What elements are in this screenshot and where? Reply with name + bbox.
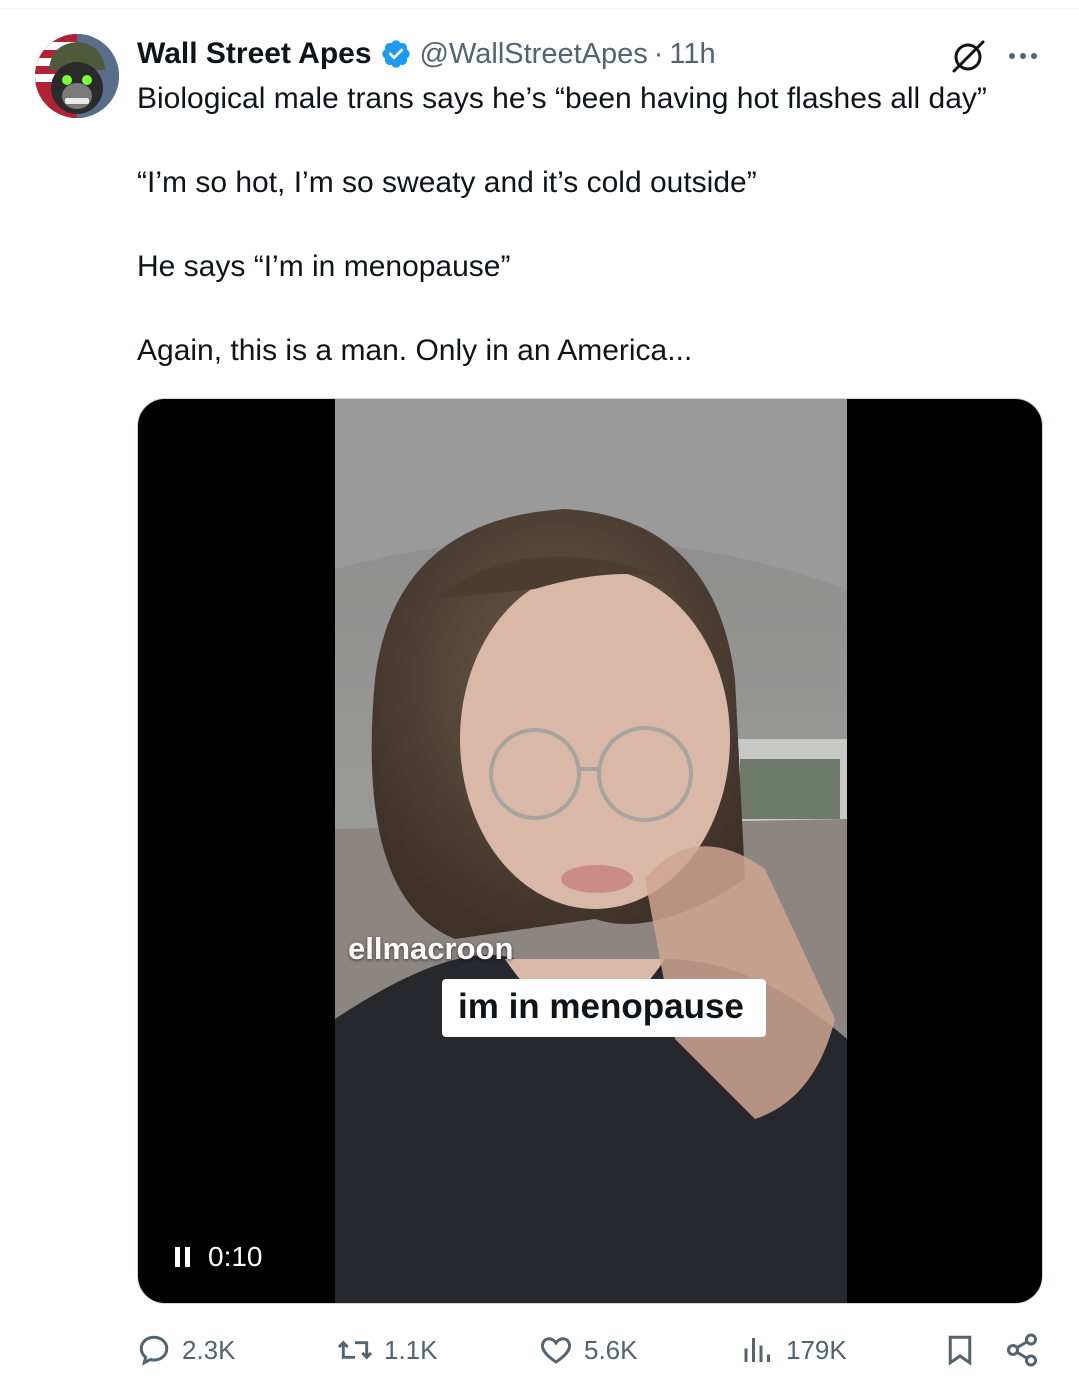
video-player[interactable]: ellmacroon im in menopause 0:10 bbox=[137, 398, 1043, 1304]
pause-icon[interactable] bbox=[174, 1245, 192, 1269]
tweet-paragraph: “I’m so hot, I’m so sweaty and it’s cold… bbox=[137, 166, 757, 199]
tweet-paragraph: Biological male trans says he’s “been ha… bbox=[137, 82, 987, 115]
repost-button[interactable]: 1.1K bbox=[336, 1328, 438, 1372]
gorilla-avatar-image bbox=[35, 34, 119, 118]
author-avatar[interactable] bbox=[35, 34, 119, 118]
tweet-body: Biological male trans says he’s “been ha… bbox=[137, 78, 1057, 372]
header-separator: · bbox=[653, 37, 664, 70]
author-display-name[interactable]: Wall Street Apes bbox=[137, 37, 372, 71]
video-timecode: 0:10 bbox=[208, 1241, 263, 1272]
top-divider bbox=[0, 8, 1079, 9]
video-caption: im in menopause bbox=[442, 979, 766, 1037]
tweet-timestamp[interactable]: 11h bbox=[669, 38, 715, 71]
analytics-icon bbox=[744, 1338, 770, 1362]
reply-count: 2.3K bbox=[182, 1334, 236, 1365]
video-frame[interactable] bbox=[335, 399, 847, 1303]
playback-control[interactable]: 0:10 bbox=[174, 1241, 263, 1273]
reply-icon bbox=[139, 1335, 169, 1366]
video-username-overlay: ellmacroon bbox=[348, 931, 514, 966]
view-count: 179K bbox=[786, 1334, 847, 1365]
repost-icon bbox=[337, 1340, 373, 1360]
repost-count: 1.1K bbox=[384, 1334, 438, 1365]
like-button[interactable]: 5.6K bbox=[538, 1328, 638, 1372]
tweet-header: Wall Street Apes @WallStreetApes · 11h bbox=[137, 34, 716, 74]
grok-icon[interactable] bbox=[948, 38, 988, 74]
verified-badge-icon bbox=[381, 40, 410, 68]
video-still-image bbox=[335, 399, 847, 1303]
more-options-icon[interactable] bbox=[1005, 40, 1041, 70]
heart-icon bbox=[541, 1337, 571, 1364]
bookmark-icon bbox=[948, 1335, 972, 1366]
share-button[interactable] bbox=[1004, 1328, 1050, 1372]
tweet-paragraph: He says “I’m in menopause” bbox=[137, 250, 511, 283]
like-count: 5.6K bbox=[584, 1334, 638, 1365]
reply-button[interactable]: 2.3K bbox=[136, 1328, 236, 1372]
share-icon bbox=[1007, 1333, 1037, 1367]
tweet-paragraph: Again, this is a man. Only in an America… bbox=[137, 334, 693, 367]
tweet-action-bar: 2.3K 1.1K 5.6K 179K bbox=[0, 1328, 1079, 1372]
author-handle[interactable]: @WallStreetApes bbox=[420, 38, 648, 71]
bookmark-button[interactable] bbox=[942, 1328, 988, 1372]
views-button[interactable]: 179K bbox=[740, 1328, 847, 1372]
